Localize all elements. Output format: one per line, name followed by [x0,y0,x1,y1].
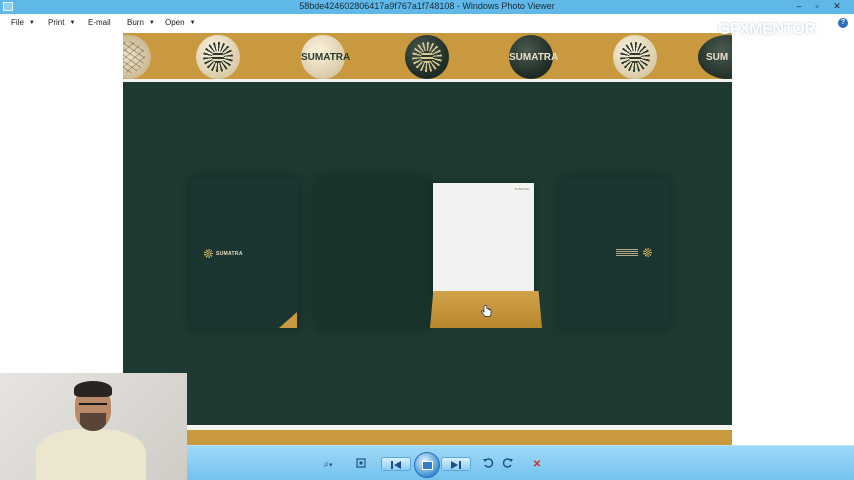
letterhead-paper: SUMATRA [433,183,534,293]
chevron-down-icon: ▼ [189,20,196,26]
image-view[interactable]: SUMATRA SUMATRA SUM SUMATRA SUMATRA [123,33,732,445]
previous-icon [391,461,401,469]
badge-sumatra-dark: SUMATRA [509,35,559,79]
chevron-down-icon: ▼ [69,20,76,26]
viewer-toolbar: ⌕▾ ✕ [187,445,854,480]
rotate-counterclockwise-icon [483,458,494,468]
presenter-hair [74,381,112,397]
badge-sun-light [613,35,657,79]
sumatra-logo-icon [643,248,652,257]
sumatra-logo-icon [204,249,213,258]
badge-sun-light [196,35,240,79]
title-bar: 58bde424602806417a9f767a1f748108 - Windo… [0,0,854,14]
folder-back-cover [560,178,668,328]
menu-open[interactable]: Open ▼ [165,18,196,27]
image-badges-banner: SUMATRA SUMATRA SUM [123,33,732,79]
previous-button[interactable] [381,457,411,471]
image-bottom-strip [187,425,732,445]
badge-sumatra-light: SUMATRA [301,35,351,79]
next-icon [451,461,461,469]
chevron-down-icon: ▼ [28,20,35,26]
chevron-down-icon: ▼ [148,20,155,26]
menu-file[interactable]: File ▼ [11,18,35,27]
menu-print-label: Print [48,18,65,27]
actual-size-button[interactable] [353,457,369,473]
sun-emblem-icon [620,42,650,72]
rotate-clockwise-icon [502,458,513,468]
menu-print[interactable]: Print ▼ [48,18,75,27]
hand-cursor-icon [481,305,492,317]
zoom-button[interactable]: ⌕▾ [315,457,341,473]
webcam-overlay [0,373,187,480]
slideshow-button[interactable] [414,452,440,478]
badge-label: SUMATRA [301,52,351,63]
folder-mockup-scene: SUMATRA SUMATRA [123,82,732,425]
badge-label: SUMATRA [509,52,559,63]
paper-logo-text: SUMATRA [514,187,529,191]
channel-watermark: GFXMENTOR [718,21,816,38]
menu-email[interactable]: E-mail [88,18,111,27]
menu-burn[interactable]: Burn ▼ [127,18,155,27]
window-title: 58bde424602806417a9f767a1f748108 - Windo… [299,1,555,11]
delete-button[interactable]: ✕ [530,457,544,473]
chevron-down-icon: ▾ [329,462,333,469]
sun-emblem-icon [412,42,442,72]
sun-emblem-icon [203,42,233,72]
menu-file-label: File [11,18,24,27]
close-button[interactable]: ✕ [826,0,848,14]
menu-open-label: Open [165,18,185,27]
menu-burn-label: Burn [127,18,144,27]
badge-sun-dark [405,35,449,79]
presenter-beard [80,413,106,431]
delete-icon: ✕ [532,459,542,470]
folder-corner-fold [279,312,297,328]
presenter-glasses [79,403,107,409]
badge-crackle [123,35,151,79]
maximize-button[interactable]: ▫ [806,0,828,14]
badge-label: SUM [706,52,729,63]
actual-size-icon [356,458,366,468]
menu-email-label: E-mail [88,18,111,27]
rotate-clockwise-button[interactable] [501,457,515,473]
slideshow-icon [422,461,433,470]
contact-details-lines [616,248,638,256]
folder-front-cover: SUMATRA [191,178,298,328]
rotate-counterclockwise-button[interactable] [481,457,495,473]
folder-inside-left [317,178,429,328]
help-icon[interactable]: ? [838,18,848,28]
presenter-body [36,429,146,480]
next-button[interactable] [441,457,471,471]
folder-logo-text: SUMATRA [216,251,243,257]
gold-band [187,430,732,445]
badge-sumatra-partial: SUM [698,35,732,79]
